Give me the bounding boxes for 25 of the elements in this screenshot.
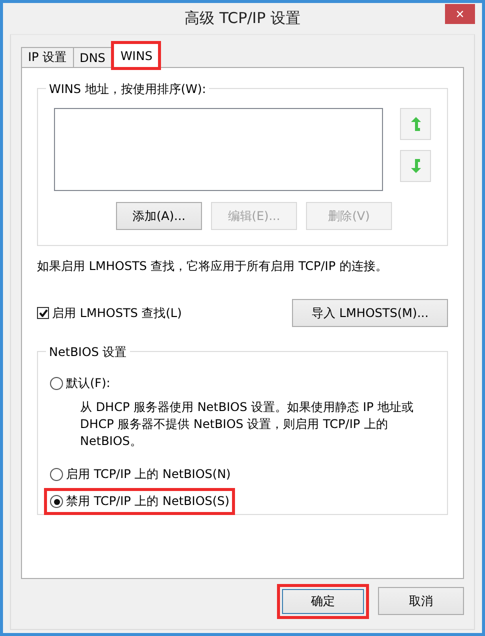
close-button[interactable]: ✕ <box>445 4 475 24</box>
radio-label: 默认(F): <box>66 375 110 392</box>
radio-button[interactable] <box>50 468 63 481</box>
radio-option[interactable]: 默认(F): <box>47 373 114 394</box>
checkbox[interactable] <box>37 307 49 319</box>
tab[interactable]: IP 设置 <box>21 47 74 68</box>
group-title: WINS 地址，按使用排序(W): <box>46 81 210 98</box>
import-button[interactable]: 导入 LMHOSTS(M)... <box>292 299 448 327</box>
lmhosts-note: 如果启用 LMHOSTS 查找，它将应用于所有启用 TCP/IP 的连接。 <box>37 258 388 275</box>
tab[interactable]: WINS <box>113 43 160 68</box>
radio-button[interactable] <box>50 377 63 390</box>
option-description: 从 DHCP 服务器使用 NetBIOS 设置。如果使用静态 IP 地址或 DHCP 服务器不提供 NetBIOS 设置，则启用 TCP/IP 上的 NetBIOS。 <box>80 399 414 450</box>
down-arrow-icon <box>410 159 420 173</box>
radio-option[interactable]: 禁用 TCP/IP 上的 NetBIOS(S) <box>47 491 232 512</box>
dialog-button[interactable]: 取消 <box>378 587 464 615</box>
radio-button[interactable] <box>50 495 63 508</box>
checkmark-icon <box>38 309 48 317</box>
radio-label: 禁用 TCP/IP 上的 NetBIOS(S) <box>66 493 230 510</box>
address-list[interactable] <box>54 108 383 191</box>
up-arrow-icon <box>410 117 420 131</box>
radio-option[interactable]: 启用 TCP/IP 上的 NetBIOS(N) <box>47 464 234 485</box>
action-button[interactable]: 添加(A)... <box>116 202 202 230</box>
radio-label: 启用 TCP/IP 上的 NetBIOS(N) <box>66 466 231 483</box>
window-title: 高级 TCP/IP 设置 <box>184 9 300 28</box>
dialog-button[interactable]: 确定 <box>277 584 369 619</box>
